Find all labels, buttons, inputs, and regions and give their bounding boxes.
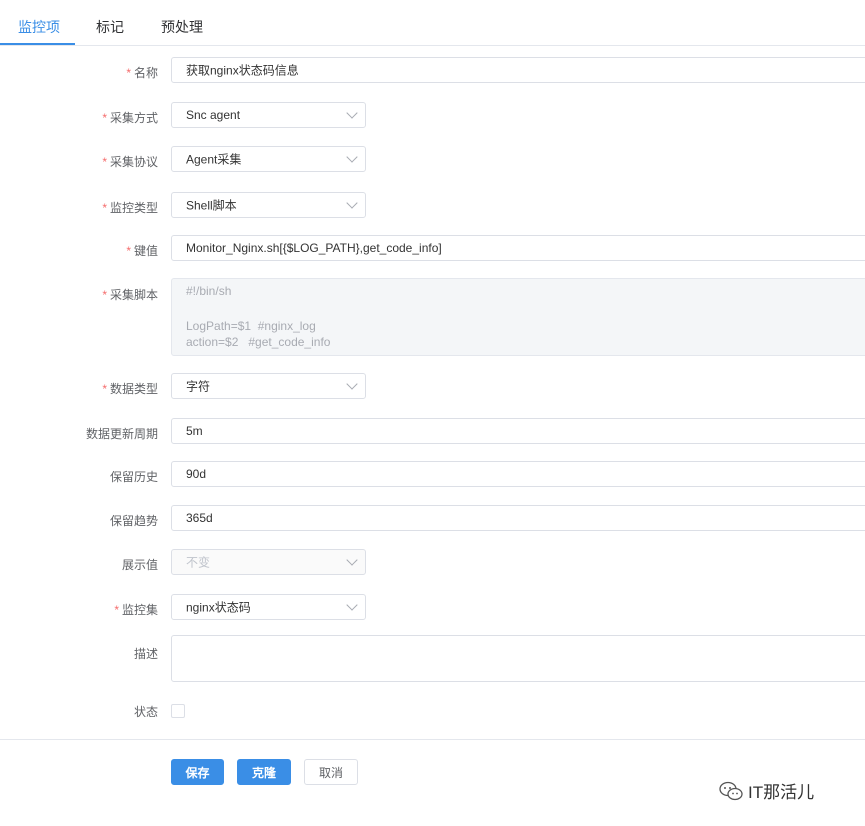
update-interval-value: 5m [186,424,203,438]
watermark-text: IT那活儿 [748,783,815,802]
monitor-type-value: Shell脚本 [186,198,237,213]
update-interval-input[interactable]: 5m [171,418,865,444]
monitor-type-select[interactable]: Shell脚本 [171,192,366,218]
name-input[interactable]: 获取nginx状态码信息 [171,57,865,83]
key-value: Monitor_Nginx.sh[{$LOG_PATH},get_code_in… [186,241,442,255]
clone-button[interactable]: 克隆 [237,759,291,785]
script-line: LogPath=$1 #nginx_log [186,319,316,333]
chevron-down-icon [346,197,358,209]
history-input[interactable]: 90d [171,461,865,487]
status-checkbox[interactable] [171,704,185,718]
script-line: #!/bin/sh [186,284,232,298]
script-line: action=$2 #get_code_info [186,335,331,349]
monitor-set-value: nginx状态码 [186,600,251,615]
history-value: 90d [186,467,207,481]
monitor-set-label: * 监控集 [114,603,158,617]
wechat-icon [719,781,743,800]
collect-method-select[interactable]: Snc agent [171,102,366,128]
key-label: * 键值 [126,244,158,258]
data-type-select[interactable]: 字符 [171,373,366,399]
trend-label: 保留趋势 [109,514,158,528]
name-value: 获取nginx状态码信息 [186,63,299,78]
chevron-down-icon [346,554,358,566]
trend-input[interactable]: 365d [171,505,865,531]
key-input[interactable]: Monitor_Nginx.sh[{$LOG_PATH},get_code_in… [171,235,865,261]
chevron-down-icon [346,599,358,611]
monitor-type-label: * 监控类型 [102,201,158,215]
chevron-down-icon [346,378,358,390]
tab-tags[interactable]: 标记 [96,17,124,37]
data-type-value: 字符 [186,379,211,394]
trend-value: 365d [186,511,213,525]
footer-divider [0,739,865,740]
update-interval-label: 数据更新周期 [85,427,158,441]
collect-method-label: * 采集方式 [102,111,158,125]
display-value-select[interactable]: 不变 [171,549,366,575]
collect-method-value: Snc agent [186,108,241,122]
collect-protocol-label: * 采集协议 [102,155,158,169]
data-type-label: * 数据类型 [102,382,158,396]
status-label: 状态 [133,705,158,719]
description-textarea[interactable] [171,635,865,682]
script-label: * 采集脚本 [102,288,158,302]
tab-bar: 监控项 标记 预处理 [0,0,865,46]
cancel-button[interactable]: 取消 [304,759,358,785]
save-button[interactable]: 保存 [171,759,224,785]
collect-protocol-select[interactable]: Agent采集 [171,146,366,172]
display-value-label: 展示值 [121,558,158,572]
history-label: 保留历史 [109,470,158,484]
collect-protocol-value: Agent采集 [186,152,242,167]
script-textarea[interactable]: #!/bin/sh LogPath=$1 #nginx_log action=$… [171,278,865,356]
tab-monitor-item[interactable]: 监控项 [18,17,60,37]
display-value-placeholder: 不变 [186,555,211,570]
name-label: * 名称 [126,66,158,80]
active-tab-indicator [0,43,75,45]
description-label: 描述 [133,647,158,661]
tab-preprocessing[interactable]: 预处理 [161,17,203,37]
monitor-set-select[interactable]: nginx状态码 [171,594,366,620]
chevron-down-icon [346,151,358,163]
chevron-down-icon [346,107,358,119]
watermark: IT那活儿 [718,778,814,803]
